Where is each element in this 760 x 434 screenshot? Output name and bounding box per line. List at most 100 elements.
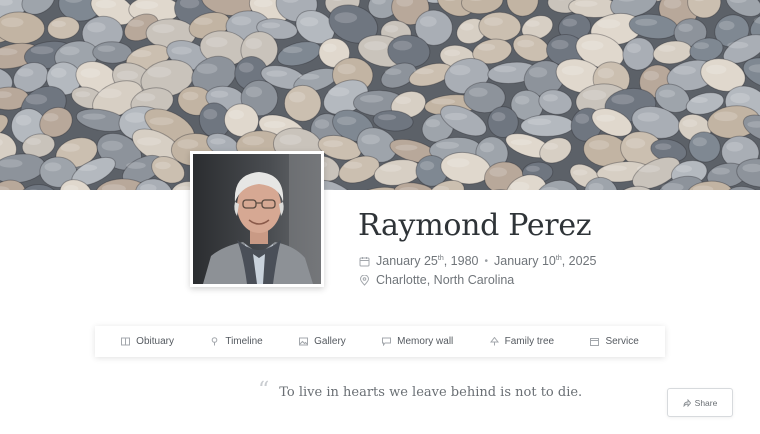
pebble-highlight — [101, 140, 123, 151]
pebble-highlight — [378, 114, 397, 121]
pebble-highlight — [551, 39, 569, 50]
pebble-highlight — [543, 142, 558, 150]
pebble-highlight — [261, 22, 281, 29]
pebble-highlight — [637, 112, 660, 122]
pebble-highlight — [730, 92, 750, 104]
pebble-highlight — [635, 18, 658, 26]
pebble-highlight — [44, 162, 62, 172]
dates-row: January 25th, 1980 • January 10th, 2025 — [359, 253, 596, 269]
pebble-highlight — [97, 45, 116, 52]
pebble-highlight — [446, 158, 470, 168]
pebble-highlight — [562, 18, 577, 27]
pebble-highlight — [279, 134, 302, 145]
pebble-highlight — [210, 90, 229, 98]
pebble-highlight — [479, 142, 495, 153]
tab-label: Timeline — [225, 336, 263, 347]
pebble-highlight — [196, 63, 218, 74]
pebble-highlight — [152, 24, 175, 34]
pebble-highlight — [135, 93, 156, 102]
pebble-highlight — [690, 97, 708, 103]
pebble-highlight — [510, 139, 532, 146]
pebble-highlight — [228, 109, 244, 120]
portrait-image — [193, 154, 321, 284]
pebble-highlight — [714, 111, 738, 122]
pebble-highlight — [517, 39, 535, 48]
pebble-highlight — [231, 16, 252, 26]
pebble-highlight — [655, 143, 672, 150]
pebble-highlight — [75, 164, 98, 171]
pebble-highlight — [573, 169, 588, 176]
pebble-highlight — [343, 161, 363, 169]
pebble-highlight — [135, 1, 159, 9]
chat-icon — [382, 337, 392, 346]
pebble-highlight — [127, 19, 145, 27]
memorial-quote: “ To live in hearts we leave behind is n… — [258, 378, 582, 403]
pebble-highlight — [60, 46, 80, 56]
pebble-highlight — [596, 114, 616, 122]
pebble-highlight — [26, 138, 41, 145]
pebble-highlight — [15, 114, 32, 126]
calendar-icon — [359, 256, 370, 267]
date-separator: • — [484, 255, 488, 267]
pebble-highlight — [205, 37, 228, 48]
pebble-highlight — [460, 23, 474, 31]
pebble-highlight — [726, 141, 744, 152]
pebble-highlight — [718, 20, 735, 31]
pebble-highlight — [87, 22, 106, 33]
pebble-highlight — [581, 40, 604, 51]
tab-label: Gallery — [314, 336, 346, 347]
tab-obituary[interactable]: Obituary — [121, 336, 174, 347]
pebble-highlight — [529, 67, 548, 78]
book-icon — [121, 337, 131, 346]
pebble-highlight — [597, 19, 621, 29]
pebble-highlight — [116, 70, 139, 81]
pebble-highlight — [436, 141, 459, 149]
pebble-highlight — [1, 17, 24, 28]
pebble-highlight — [489, 167, 508, 177]
pebble-highlight — [298, 73, 320, 80]
pebble-highlight — [171, 46, 192, 55]
pebble-highlight — [131, 50, 152, 58]
pebble-highlight — [659, 89, 676, 98]
pebble-highlight — [682, 119, 698, 128]
pebble-highlight — [692, 137, 707, 147]
cover-photo — [0, 0, 760, 190]
tab-label: Obituary — [136, 336, 174, 347]
pebble-highlight — [444, 112, 468, 121]
pebble-highlight — [561, 65, 584, 76]
pebble-highlight — [82, 113, 106, 120]
pebble-highlight — [60, 143, 80, 152]
pebble-highlight — [314, 119, 330, 129]
location-row: Charlotte, North Carolina — [359, 272, 514, 288]
calendar-icon — [590, 337, 600, 346]
share-button[interactable]: Share — [667, 388, 733, 417]
pebble-highlight — [477, 43, 496, 51]
pebble-highlight — [177, 139, 199, 149]
pebble-highlight — [643, 70, 659, 81]
location-text: Charlotte, North Carolina — [376, 273, 515, 287]
pebble-highlight — [657, 45, 676, 52]
pebble-highlight — [95, 0, 117, 9]
pebble-highlight — [30, 46, 54, 55]
pebble-highlight — [149, 117, 174, 126]
tab-gallery[interactable]: Gallery — [299, 336, 346, 347]
pebble-highlight — [147, 66, 172, 78]
pebble-highlight — [43, 113, 59, 122]
tab-memory-wall[interactable]: Memory wall — [382, 336, 453, 347]
pebble-highlight — [449, 65, 471, 76]
pebble-highlight — [203, 109, 218, 120]
pebble-highlight — [80, 68, 101, 78]
pebble-highlight — [361, 134, 380, 145]
pebble-highlight — [395, 96, 412, 105]
pebble-highlight — [575, 113, 590, 124]
quote-mark-icon: “ — [258, 378, 270, 403]
pebble — [520, 114, 575, 137]
death-date: January 10th, 2025 — [494, 254, 597, 268]
pebble-highlight — [25, 94, 48, 105]
tab-family-tree[interactable]: Family tree — [489, 336, 554, 347]
pebble-highlight — [574, 0, 598, 7]
tab-timeline[interactable]: Timeline — [210, 336, 263, 347]
tab-service[interactable]: Service — [590, 336, 639, 347]
pebble-highlight — [336, 116, 357, 126]
pebble-highlight — [420, 161, 435, 171]
